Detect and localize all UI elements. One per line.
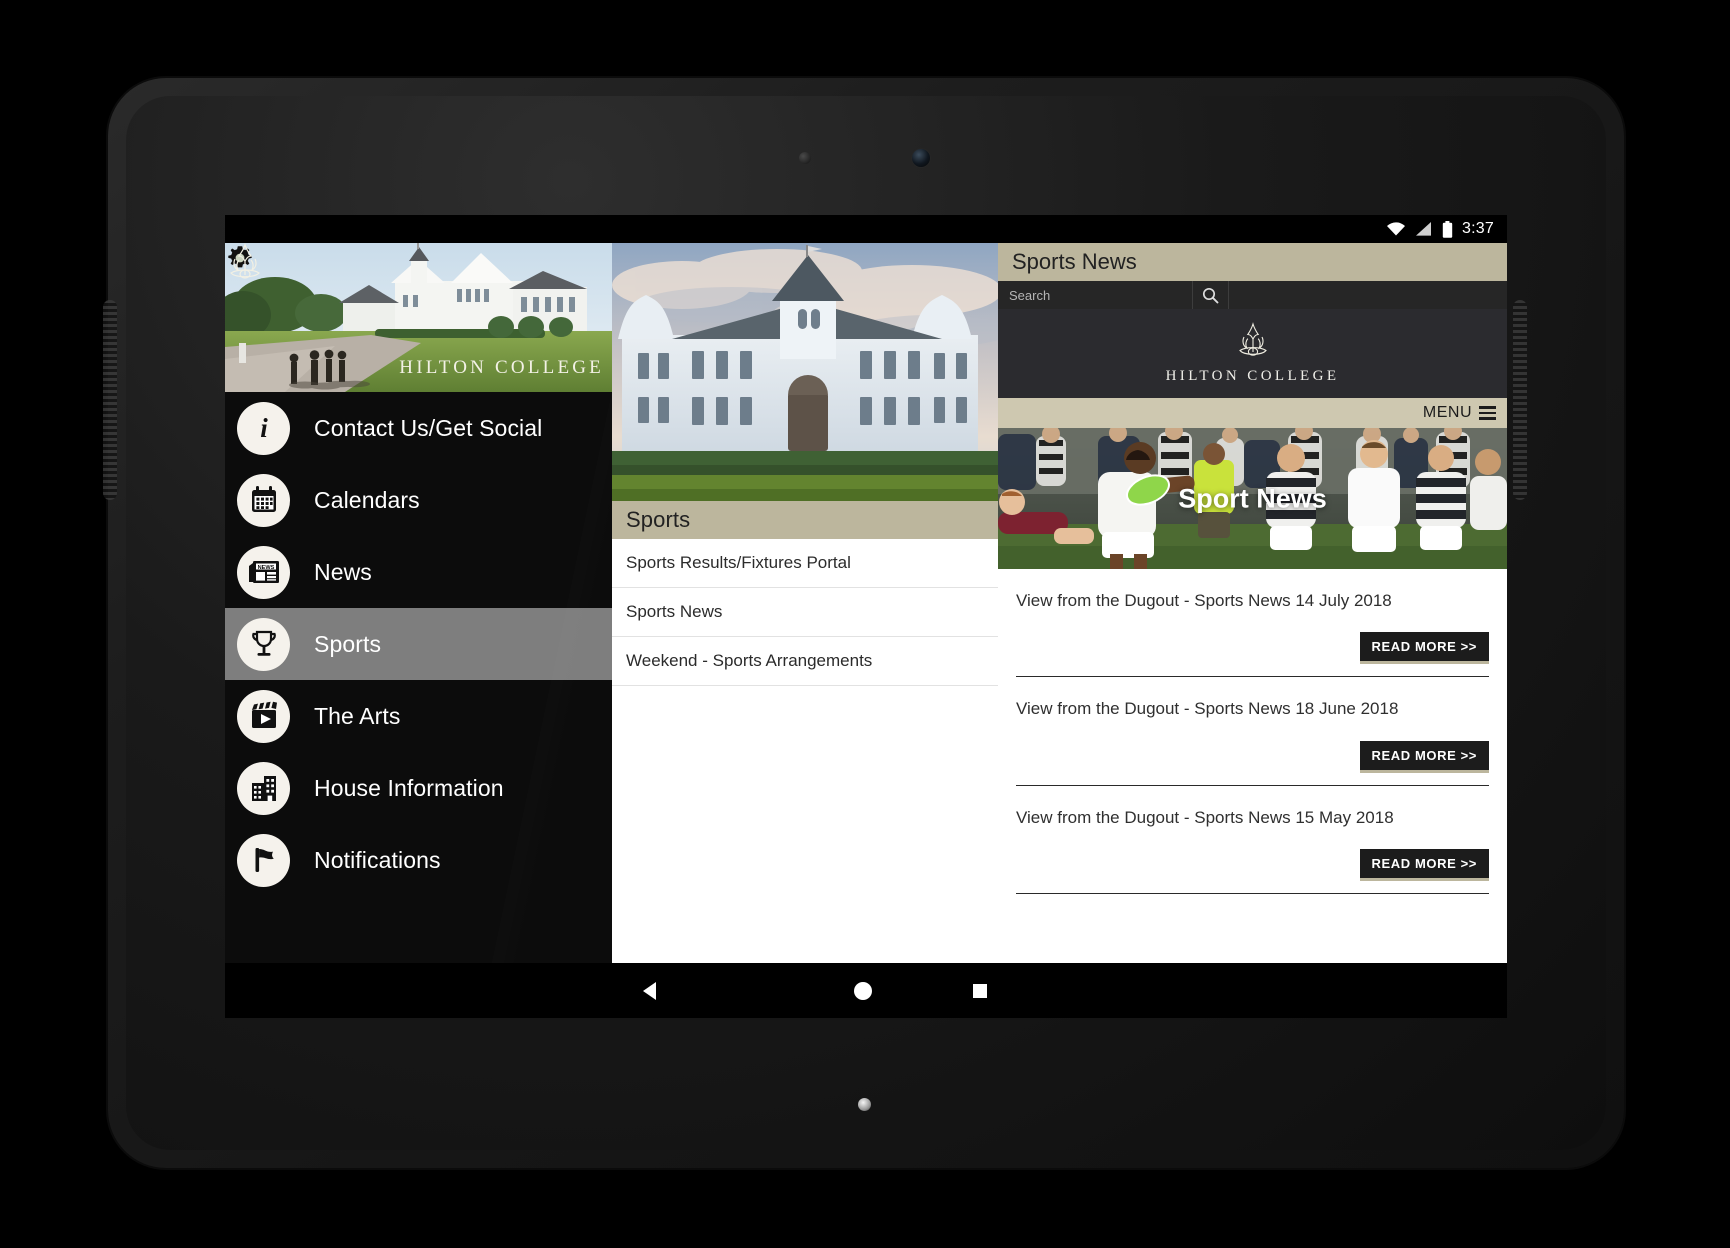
sidebar-item-label: Sports — [314, 630, 382, 657]
nav-hero-image: HILTON COLLEGE — [225, 243, 612, 392]
sidebar-item-label: Calendars — [314, 486, 420, 513]
article-item: View from the Dugout - Sports News 14 Ju… — [1016, 569, 1489, 678]
article-actions: READ MORE >> — [1016, 632, 1489, 665]
middle-section-header: Sports — [612, 501, 998, 539]
page-title: Sports News — [1012, 249, 1137, 274]
list-item-label: Sports News — [626, 602, 723, 621]
left-navigation-pane: HILTON COLLEGE i Contact Us/Get Social C… — [225, 243, 612, 963]
battery-icon — [1442, 220, 1453, 238]
sidebar-item-label: Notifications — [314, 846, 441, 873]
recents-button[interactable] — [971, 982, 989, 1000]
hero-wordmark: HILTON COLLEGE — [399, 357, 604, 378]
sidebar-item-calendars[interactable]: Calendars — [225, 464, 612, 536]
middle-list-pane: Sports Sports Results/Fixtures Portal Sp… — [612, 243, 998, 963]
sidebar-item-label: News — [314, 558, 372, 585]
newspaper-icon: NEWS — [237, 545, 290, 599]
sidebar-item-house-information[interactable]: House Information — [225, 752, 612, 824]
site-wordmark: HILTON COLLEGE — [1165, 368, 1340, 384]
web-search-bar — [998, 281, 1507, 309]
list-item-label: Sports Results/Fixtures Portal — [626, 553, 851, 572]
list-item-label: Weekend - Sports Arrangements — [626, 651, 873, 670]
flag-icon — [237, 833, 290, 887]
front-camera-icon — [912, 149, 930, 167]
info-icon: i — [237, 401, 290, 455]
wifi-icon — [1387, 222, 1406, 236]
article-item: View from the Dugout - Sports News 18 Ju… — [1016, 677, 1489, 786]
hamburger-icon — [1479, 406, 1496, 420]
crest-icon — [230, 243, 260, 279]
read-more-button[interactable]: READ MORE >> — [1359, 740, 1489, 773]
sidebar-item-news[interactable]: NEWS News — [225, 536, 612, 608]
article-list: View from the Dugout - Sports News 14 Ju… — [998, 569, 1507, 895]
middle-section-title: Sports — [626, 507, 691, 532]
sidebar-item-label: House Information — [314, 774, 504, 801]
crest-icon — [1238, 322, 1267, 356]
sidebar-item-notifications[interactable]: Notifications — [225, 824, 612, 896]
right-detail-pane: Sports News Search HILTON COLLEGE MENU S… — [998, 243, 1507, 963]
school-building-photo — [612, 243, 998, 501]
banner-title: Sport News — [1178, 483, 1327, 513]
search-icon[interactable] — [1193, 281, 1229, 309]
trophy-icon — [237, 617, 290, 671]
read-more-button[interactable]: READ MORE >> — [1359, 632, 1489, 665]
status-clock: 3:37 — [1462, 220, 1494, 237]
article-actions: READ MORE >> — [1016, 740, 1489, 773]
building-icon — [237, 761, 290, 815]
web-menu-button[interactable]: MENU — [998, 398, 1507, 428]
speaker-grille-right — [1513, 300, 1527, 500]
search-input[interactable] — [998, 281, 1193, 309]
web-banner: Sport News — [998, 428, 1507, 569]
site-logo-band: HILTON COLLEGE — [998, 309, 1507, 398]
indicator-led — [858, 1098, 871, 1111]
signal-icon — [1416, 222, 1432, 236]
article-actions: READ MORE >> — [1016, 849, 1489, 882]
clapperboard-play-icon — [237, 689, 290, 743]
sidebar-item-the-arts[interactable]: The Arts — [225, 680, 612, 752]
svg-text:NEWS: NEWS — [257, 565, 274, 571]
sidebar-item-label: The Arts — [314, 702, 401, 729]
speaker-grille-left — [103, 300, 117, 500]
sidebar-item-sports[interactable]: Sports — [225, 608, 612, 680]
svg-text:i: i — [260, 413, 268, 443]
article-title: View from the Dugout - Sports News 15 Ma… — [1016, 807, 1394, 827]
ambient-light-sensor — [799, 152, 811, 164]
status-bar: 3:37 — [225, 215, 1507, 243]
home-button[interactable] — [852, 980, 874, 1002]
app-body: HILTON COLLEGE i Contact Us/Get Social C… — [225, 243, 1507, 963]
sidebar-item-contact-us[interactable]: i Contact Us/Get Social — [225, 392, 612, 464]
android-navigation-bar — [225, 963, 1507, 1018]
article-title: View from the Dugout - Sports News 18 Ju… — [1016, 699, 1399, 719]
web-menu-label: MENU — [1422, 404, 1472, 421]
list-item-sports-results-portal[interactable]: Sports Results/Fixtures Portal — [612, 539, 998, 588]
list-item-weekend-sports-arrangements[interactable]: Weekend - Sports Arrangements — [612, 637, 998, 686]
middle-hero-image — [612, 243, 998, 501]
read-more-button[interactable]: READ MORE >> — [1359, 849, 1489, 882]
right-pane-title-bar: Sports News — [998, 243, 1507, 281]
list-item-sports-news[interactable]: Sports News — [612, 588, 998, 637]
article-title: View from the Dugout - Sports News 14 Ju… — [1016, 591, 1392, 610]
back-button[interactable] — [640, 980, 662, 1002]
device-screen: 3:37 HILTON COLLEGE i Contact Us/Get Soc… — [225, 215, 1507, 1018]
article-item: View from the Dugout - Sports News 15 Ma… — [1016, 786, 1489, 895]
divider — [1016, 893, 1489, 895]
sidebar-item-label: Contact Us/Get Social — [314, 414, 543, 441]
calendar-icon — [237, 473, 290, 527]
